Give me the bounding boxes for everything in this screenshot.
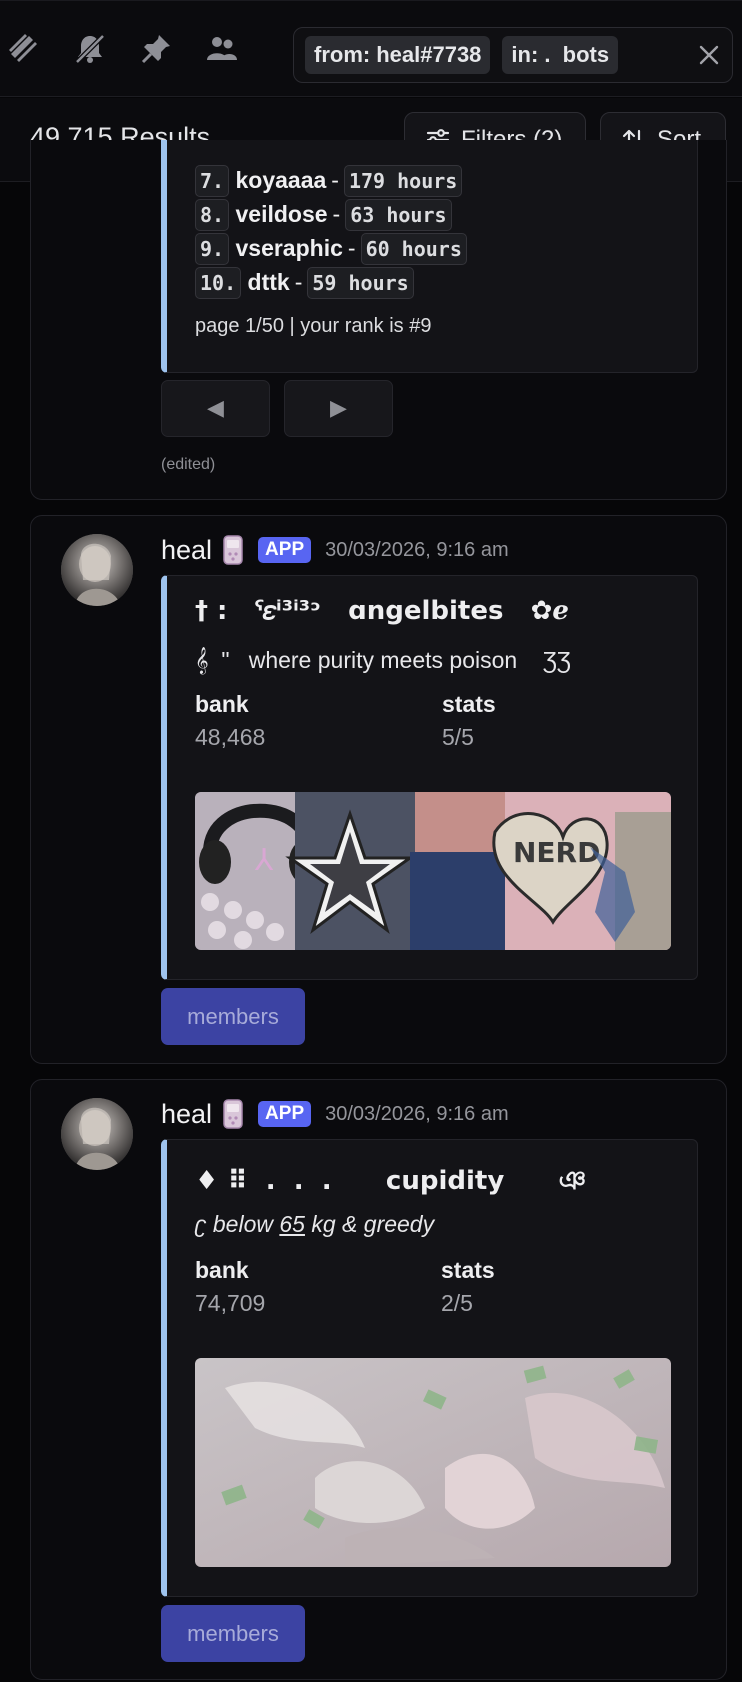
page-indicator: page 1/50 | your rank is #9 (195, 315, 432, 337)
phone-emoji-icon (223, 535, 243, 565)
next-page-button[interactable]: ▶ (284, 380, 393, 437)
user-name: dttk (247, 269, 290, 295)
field-value-bank: 74,709 (195, 1290, 266, 1316)
threads-icon[interactable] (6, 31, 42, 67)
hours-value: 63 hours (345, 199, 452, 231)
members-icon[interactable] (204, 31, 240, 67)
rank-number: 9. (195, 233, 230, 265)
angels-painting-image[interactable] (195, 1358, 671, 1567)
left-arrow-icon: ◀ (207, 396, 224, 421)
rank-number: 7. (195, 165, 230, 197)
field-label-bank: bank (195, 691, 249, 717)
embed-title: † : ˁ𝜀ⁱ³ⁱ³ᵓ ɑngelbites ✿ℯ (195, 596, 569, 626)
chip-key: from: (314, 42, 371, 67)
user-name: vseraphic (235, 235, 343, 261)
hours-value: 60 hours (360, 233, 467, 265)
embed-title: ♦ ⠿ . . . cupidity ঞ (195, 1166, 587, 1196)
mute-bell-icon[interactable] (72, 31, 108, 67)
app-badge: APP (258, 537, 312, 563)
svg-text:NERD: NERD (513, 836, 600, 869)
previous-page-button[interactable]: ◀ (161, 380, 270, 437)
field-label-stats: stats (441, 1257, 495, 1283)
chip-value: heal#7738 (376, 42, 482, 67)
chip-key: in: (511, 42, 539, 67)
embed-description: 𝄞 " where purity meets poison ƷƷ (195, 647, 571, 673)
profile-embed: ♦ ⠿ . . . cupidity ঞ ʗ below 65 kg & gre… (161, 1139, 698, 1597)
clear-search-icon[interactable] (696, 42, 722, 68)
leaderboard-embed: 7. koyaaaa -179 hours 8. veildose -63 hour… (161, 140, 698, 373)
rank-number: 10. (195, 267, 242, 299)
user-name: koyaaaa (235, 167, 327, 193)
rank-number: 8. (195, 199, 230, 231)
separator: - (347, 235, 356, 261)
timestamp: 30/03/2026, 9:16 am (325, 1102, 509, 1125)
separator: - (294, 269, 303, 295)
leaderboard-row: 7. koyaaaa -179 hours (195, 165, 463, 197)
pin-icon[interactable] (138, 31, 174, 67)
avatar[interactable] (61, 534, 133, 606)
timestamp: 30/03/2026, 9:16 am (325, 538, 509, 561)
edited-label: (edited) (161, 456, 216, 473)
field-label-bank: bank (195, 1257, 249, 1283)
field-value-bank: 48,468 (195, 724, 266, 750)
members-button[interactable]: members (161, 1605, 305, 1662)
message-header: heal APP 30/03/2026, 9:16 am (161, 534, 509, 566)
author-name[interactable]: heal (161, 535, 212, 566)
avatar[interactable] (61, 1098, 133, 1170)
search-input[interactable]: from: heal#7738 in:. bots (293, 27, 733, 83)
members-button[interactable]: members (161, 988, 305, 1045)
app-badge: APP (258, 1101, 312, 1127)
profile-embed: † : ˁ𝜀ⁱ³ⁱ³ᵓ ɑngelbites ✿ℯ 𝄞 " where puri… (161, 575, 698, 980)
search-result-card[interactable]: 7. koyaaaa -179 hours 8. veildose -63 hour… (30, 140, 727, 500)
field-value-stats: 5/5 (442, 724, 474, 750)
embed-description: ʗ below 65 kg & greedy (195, 1211, 434, 1238)
author-name[interactable]: heal (161, 1099, 212, 1130)
description-text: ʗ below (195, 1211, 280, 1237)
hours-value: 59 hours (307, 267, 414, 299)
user-name: veildose (235, 201, 328, 227)
collage-banner-image[interactable]: NERD ⅄ (195, 792, 671, 950)
search-filter-chip[interactable]: in:. bots (502, 36, 619, 74)
chip-value: . bots (544, 42, 610, 67)
phone-emoji-icon (223, 1099, 243, 1129)
search-toolbar: from: heal#7738 in:. bots (0, 0, 742, 97)
hours-value: 179 hours (343, 165, 463, 197)
search-filter-chip[interactable]: from: heal#7738 (305, 36, 491, 74)
svg-text:⅄: ⅄ (255, 843, 274, 878)
message-header: heal APP 30/03/2026, 9:16 am (161, 1098, 509, 1130)
description-number: 65 (279, 1211, 305, 1237)
field-value-stats: 2/5 (441, 1290, 473, 1316)
search-results-screen: from: heal#7738 in:. bots 49,715 Results … (0, 0, 742, 1682)
separator: - (331, 167, 339, 193)
search-result-card[interactable]: heal APP 30/03/2026, 9:16 am † : ˁ𝜀ⁱ³ⁱ³ᵓ… (30, 515, 727, 1064)
leaderboard-row: 9. vseraphic -60 hours (195, 233, 467, 265)
leaderboard-row: 10. dttk -59 hours (195, 267, 414, 299)
leaderboard-row: 8. veildose -63 hours (195, 199, 452, 231)
description-text: kg & greedy (304, 1211, 435, 1237)
search-result-card[interactable]: heal APP 30/03/2026, 9:16 am ♦ ⠿ . . . c… (30, 1079, 727, 1680)
field-label-stats: stats (442, 691, 496, 717)
separator: - (332, 201, 341, 227)
right-arrow-icon: ▶ (330, 396, 347, 421)
